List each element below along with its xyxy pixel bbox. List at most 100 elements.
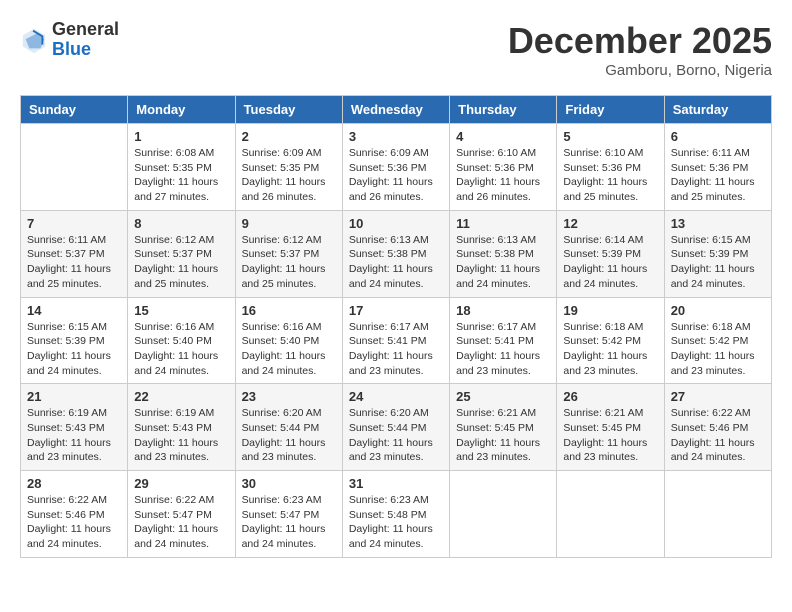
cell-info: Sunset: 5:41 PM (349, 334, 443, 349)
calendar-cell (557, 471, 664, 558)
cell-info: Daylight: 11 hours (349, 262, 443, 277)
cell-info: Sunrise: 6:16 AM (242, 320, 336, 335)
header-day: Saturday (664, 96, 771, 124)
cell-info: Sunset: 5:45 PM (563, 421, 657, 436)
cell-info: and 23 minutes. (456, 364, 550, 379)
logo-text: General Blue (52, 20, 119, 60)
day-number: 31 (349, 476, 443, 491)
cell-info: Sunrise: 6:20 AM (242, 406, 336, 421)
cell-info: and 24 minutes. (27, 537, 121, 552)
calendar-cell: 26Sunrise: 6:21 AMSunset: 5:45 PMDayligh… (557, 384, 664, 471)
cell-info: and 24 minutes. (242, 537, 336, 552)
cell-info: Sunset: 5:36 PM (349, 161, 443, 176)
header-day: Monday (128, 96, 235, 124)
cell-info: and 25 minutes. (242, 277, 336, 292)
header-day: Thursday (450, 96, 557, 124)
cell-info: Sunset: 5:40 PM (134, 334, 228, 349)
calendar-cell (450, 471, 557, 558)
cell-info: Sunset: 5:42 PM (671, 334, 765, 349)
day-number: 21 (27, 389, 121, 404)
calendar-cell (21, 124, 128, 211)
cell-info: Sunrise: 6:22 AM (671, 406, 765, 421)
calendar-week-row: 14Sunrise: 6:15 AMSunset: 5:39 PMDayligh… (21, 297, 772, 384)
cell-info: Sunrise: 6:11 AM (27, 233, 121, 248)
cell-info: Sunset: 5:37 PM (27, 247, 121, 262)
cell-info: Daylight: 11 hours (456, 436, 550, 451)
cell-info: Sunset: 5:37 PM (134, 247, 228, 262)
cell-info: Sunset: 5:43 PM (27, 421, 121, 436)
day-number: 17 (349, 303, 443, 318)
cell-info: Daylight: 11 hours (242, 349, 336, 364)
cell-info: Sunrise: 6:17 AM (349, 320, 443, 335)
cell-info: Sunset: 5:48 PM (349, 508, 443, 523)
day-number: 25 (456, 389, 550, 404)
cell-info: and 25 minutes. (27, 277, 121, 292)
calendar-cell: 17 Sunrise: 6:17 AMSunset: 5:41 PMDayligh… (342, 297, 449, 384)
day-number: 27 (671, 389, 765, 404)
cell-info: and 24 minutes. (349, 537, 443, 552)
logo: General Blue (20, 20, 119, 60)
cell-info: Sunrise: 6:23 AM (349, 493, 443, 508)
cell-info: Sunrise: 6:19 AM (134, 406, 228, 421)
cell-info: and 23 minutes. (349, 450, 443, 465)
calendar-cell: 8Sunrise: 6:12 AMSunset: 5:37 PMDaylight… (128, 210, 235, 297)
cell-info: Sunset: 5:36 PM (671, 161, 765, 176)
cell-info: Daylight: 11 hours (563, 175, 657, 190)
logo-blue: Blue (52, 40, 119, 60)
calendar-cell: 11Sunrise: 6:13 AMSunset: 5:38 PMDayligh… (450, 210, 557, 297)
cell-info: Sunset: 5:35 PM (134, 161, 228, 176)
day-number: 22 (134, 389, 228, 404)
cell-info: and 26 minutes. (456, 190, 550, 205)
day-number: 9 (242, 216, 336, 231)
cell-info: Daylight: 11 hours (349, 349, 443, 364)
cell-info: and 26 minutes. (242, 190, 336, 205)
cell-info: Daylight: 11 hours (27, 522, 121, 537)
calendar-cell: 19Sunrise: 6:18 AMSunset: 5:42 PMDayligh… (557, 297, 664, 384)
day-number: 28 (27, 476, 121, 491)
cell-info: and 24 minutes. (563, 277, 657, 292)
day-number: 4 (456, 129, 550, 144)
cell-info: Sunset: 5:45 PM (456, 421, 550, 436)
cell-info: Sunset: 5:37 PM (242, 247, 336, 262)
cell-info: and 23 minutes. (27, 450, 121, 465)
day-number: 8 (134, 216, 228, 231)
calendar-cell: 3Sunrise: 6:09 AMSunset: 5:36 PMDaylight… (342, 124, 449, 211)
cell-info: Sunset: 5:43 PM (134, 421, 228, 436)
cell-info: and 24 minutes. (456, 277, 550, 292)
cell-info: Sunrise: 6:20 AM (349, 406, 443, 421)
cell-info: Sunset: 5:40 PM (242, 334, 336, 349)
calendar-cell: 21Sunrise: 6:19 AMSunset: 5:43 PMDayligh… (21, 384, 128, 471)
header-day: Friday (557, 96, 664, 124)
cell-info: Sunrise: 6:21 AM (563, 406, 657, 421)
cell-info: Sunset: 5:46 PM (671, 421, 765, 436)
cell-info: Sunrise: 6:22 AM (27, 493, 121, 508)
logo-general: General (52, 20, 119, 40)
calendar-cell: 2Sunrise: 6:09 AMSunset: 5:35 PMDaylight… (235, 124, 342, 211)
day-number: 13 (671, 216, 765, 231)
month-title: December 2025 (508, 20, 772, 62)
cell-info: and 23 minutes. (134, 450, 228, 465)
cell-info: Sunrise: 6:21 AM (456, 406, 550, 421)
cell-info: and 23 minutes. (242, 450, 336, 465)
day-number: 2 (242, 129, 336, 144)
calendar-cell: 20Sunrise: 6:18 AMSunset: 5:42 PMDayligh… (664, 297, 771, 384)
calendar-cell: 7Sunrise: 6:11 AMSunset: 5:37 PMDaylight… (21, 210, 128, 297)
cell-info: Sunrise: 6:10 AM (563, 146, 657, 161)
cell-info: Sunset: 5:35 PM (242, 161, 336, 176)
day-number: 7 (27, 216, 121, 231)
cell-info: and 23 minutes. (563, 450, 657, 465)
calendar-week-row: 7Sunrise: 6:11 AMSunset: 5:37 PMDaylight… (21, 210, 772, 297)
cell-info: and 23 minutes. (456, 450, 550, 465)
cell-info: Daylight: 11 hours (134, 436, 228, 451)
calendar-cell: 14Sunrise: 6:15 AMSunset: 5:39 PMDayligh… (21, 297, 128, 384)
cell-info: and 26 minutes. (349, 190, 443, 205)
calendar-table: SundayMondayTuesdayWednesdayThursdayFrid… (20, 95, 772, 558)
day-number: 23 (242, 389, 336, 404)
cell-info: Sunrise: 6:18 AM (563, 320, 657, 335)
cell-info: Sunrise: 6:14 AM (563, 233, 657, 248)
cell-info: Sunset: 5:42 PM (563, 334, 657, 349)
calendar-week-row: 1Sunrise: 6:08 AMSunset: 5:35 PMDaylight… (21, 124, 772, 211)
cell-info: and 24 minutes. (134, 537, 228, 552)
calendar-cell: 28Sunrise: 6:22 AMSunset: 5:46 PMDayligh… (21, 471, 128, 558)
cell-info: Sunset: 5:47 PM (242, 508, 336, 523)
